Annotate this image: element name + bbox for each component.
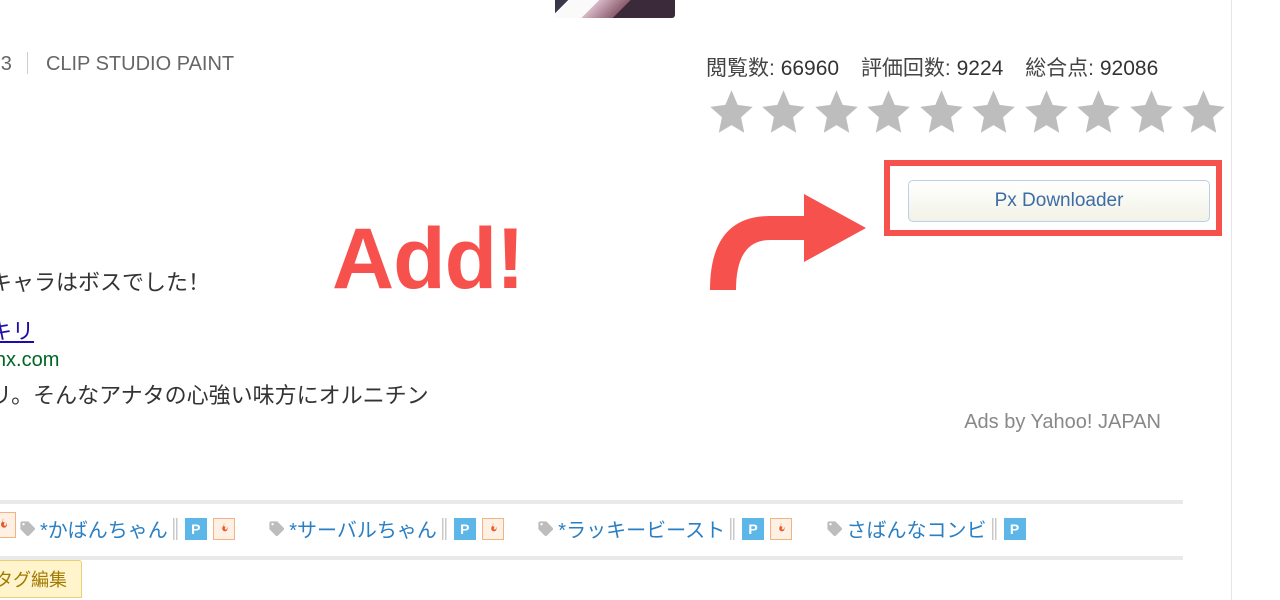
tag-divider	[442, 518, 448, 540]
meta-row: 5×1103 CLIP STUDIO PAINT	[0, 52, 234, 76]
flame-icon	[0, 512, 16, 538]
star-icon[interactable]	[706, 86, 757, 142]
ad-domain: npaignx.com	[0, 349, 59, 372]
flame-icon[interactable]	[770, 518, 792, 540]
flame-icon[interactable]	[482, 518, 504, 540]
annotation-text: Add!	[332, 210, 524, 309]
ad-credit: Ads by Yahoo! JAPAN	[964, 411, 1161, 434]
pixiv-p-icon[interactable]: P	[454, 518, 476, 540]
tag-label[interactable]: *ラッキービースト	[558, 514, 725, 543]
score-label: 総合点:	[1025, 57, 1094, 80]
annotation-arrow-icon	[700, 190, 870, 315]
star-icon[interactable]	[968, 86, 1019, 142]
ad-description: ッタリ。そんなアナタの心強い味方にオルニチン	[0, 378, 429, 410]
tag-label[interactable]: *かばんちゃん	[40, 514, 168, 543]
tag-icon	[18, 519, 37, 538]
tag-divider	[730, 518, 736, 540]
star-icon[interactable]	[811, 86, 862, 142]
artwork-thumbnail[interactable]	[555, 0, 675, 18]
download-highlight-box: Px Downloader	[884, 160, 1222, 236]
artwork-caption: きなキャラはボスでした！	[0, 265, 210, 297]
tag-divider	[992, 518, 998, 540]
tags-bar: *かばんちゃん P *サーバルちゃん P *ラッキービースト P さばんなコンビ…	[0, 500, 1183, 560]
pixiv-p-icon[interactable]: P	[1004, 518, 1026, 540]
tag-icon	[825, 519, 844, 538]
ratings-value: 9224	[957, 57, 1004, 80]
stats-row: 閲覧数: 66960 評価回数: 9224 総合点: 92086	[706, 52, 1174, 82]
tag-label[interactable]: *サーバルちゃん	[289, 514, 437, 543]
flame-icon[interactable]	[213, 518, 235, 540]
pixiv-p-icon[interactable]: P	[742, 518, 764, 540]
ratings-label: 評価回数:	[861, 57, 951, 80]
creation-tool: CLIP STUDIO PAINT	[46, 53, 234, 75]
tag-chip[interactable]: *ラッキービースト P	[536, 514, 792, 543]
star-icon[interactable]	[1021, 86, 1072, 142]
star-icon[interactable]	[1126, 86, 1177, 142]
star-icon[interactable]	[863, 86, 914, 142]
pixiv-p-icon[interactable]: P	[185, 518, 207, 540]
tag-icon	[536, 519, 555, 538]
star-icon[interactable]	[1178, 86, 1229, 142]
rating-stars[interactable]	[706, 86, 1226, 142]
tag-edit-button[interactable]: タグ編集	[0, 560, 82, 598]
views-value: 66960	[781, 57, 839, 80]
star-icon[interactable]	[758, 86, 809, 142]
meta-divider	[27, 52, 28, 74]
ad-headline-link[interactable]: スッキリ	[0, 314, 34, 346]
star-icon[interactable]	[916, 86, 967, 142]
image-dimensions: 5×1103	[0, 53, 12, 75]
px-downloader-button[interactable]: Px Downloader	[908, 180, 1210, 222]
tag-label[interactable]: さばんなコンビ	[847, 514, 987, 543]
star-icon[interactable]	[1073, 86, 1124, 142]
tag-chip[interactable]: *かばんちゃん P	[18, 514, 235, 543]
views-label: 閲覧数:	[706, 57, 775, 80]
tag-icon	[267, 519, 286, 538]
tag-chip[interactable]: *サーバルちゃん P	[267, 514, 504, 543]
tag-divider	[173, 518, 179, 540]
tag-chip[interactable]: さばんなコンビ P	[825, 514, 1026, 543]
score-value: 92086	[1100, 57, 1158, 80]
